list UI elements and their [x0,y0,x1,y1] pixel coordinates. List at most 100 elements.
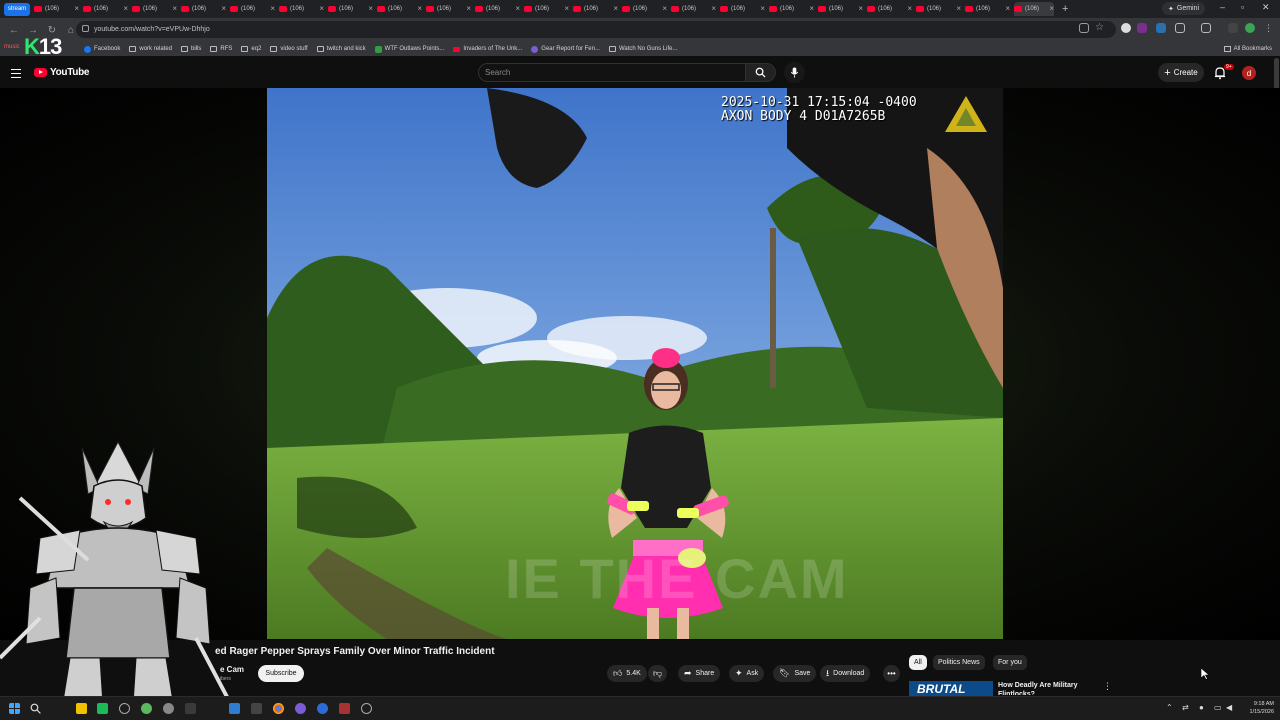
app-icon[interactable] [119,703,130,714]
browser-tab[interactable]: (106) × [524,2,569,16]
tab-close-icon[interactable]: × [221,4,226,13]
volume-icon[interactable]: ◀ [1226,703,1232,712]
tab-close-icon[interactable]: × [270,4,275,13]
tab-stream[interactable]: stream [4,2,30,16]
browser-tab[interactable]: (106) × [230,2,275,16]
more-actions-button[interactable]: ••• [883,665,900,682]
close-icon[interactable]: ✕ [1262,2,1270,13]
search-button[interactable] [746,63,776,82]
bookmark-item[interactable]: Gear Report for Fen... [531,45,600,53]
extension-icon[interactable] [1137,23,1147,33]
sidepanel-icon[interactable] [1201,23,1211,33]
menu-icon[interactable] [11,69,21,81]
browser-tab[interactable]: (106) × [83,2,128,16]
youtube-logo[interactable]: YouTube [34,67,90,78]
bookmark-item[interactable]: twitch and kick [316,46,366,53]
browser-tab[interactable]: (106) × [818,2,863,16]
star-icon[interactable]: ☆ [1095,23,1105,33]
tab-close-icon[interactable]: × [711,4,716,13]
app-icon[interactable] [339,703,350,714]
app-icon[interactable] [229,703,240,714]
browser-tab[interactable]: (106) × [965,2,1010,16]
save-button[interactable]: 🔖︎ Save [773,665,817,682]
browser-tab[interactable]: (106) × [34,2,79,16]
extension-icon[interactable] [1156,23,1166,33]
bookmark-item[interactable]: Facebook [84,45,120,53]
tab-close-icon[interactable]: × [466,4,471,13]
app-icon[interactable] [251,703,262,714]
tab-close-icon[interactable]: × [662,4,667,13]
browser-tab[interactable]: (106) × [426,2,471,16]
share-button[interactable]: ➦ Share [678,665,721,682]
avatar[interactable]: d [1242,66,1256,80]
address-bar[interactable]: youtube.com/watch?v=eVPUw-Dhhjo [76,21,1116,38]
download-button[interactable]: ⭳ Download [820,665,871,682]
browser-tab[interactable]: (106) × [573,2,618,16]
bookmark-item[interactable]: Invaders of The Unk... [453,46,522,53]
tab-close-icon[interactable]: × [123,4,128,13]
tab-close-icon[interactable]: × [368,4,373,13]
tab-close-icon[interactable]: × [613,4,618,13]
bookmark-item[interactable]: eq2 [241,46,261,53]
tab-close-icon[interactable]: × [907,4,912,13]
recommendation-title[interactable]: How Deadly Are Military Flintlocks? [998,681,1098,695]
tab-close-icon[interactable]: × [515,4,520,13]
chip-politics-news[interactable]: Politics News [933,655,985,670]
browser-tab[interactable]: (106) × [377,2,422,16]
browser-tab[interactable]: (106) × [867,2,912,16]
ask-button[interactable]: ✦ Ask [729,665,765,682]
browser-tab[interactable]: (106) × [328,2,373,16]
puzzle-icon[interactable] [1175,23,1185,33]
tab-close-icon[interactable]: × [564,4,569,13]
gemini-button[interactable]: ✦ Gemini [1162,2,1206,15]
like-button[interactable]: 👍︎ 5.4K [607,665,647,682]
bookmark-item[interactable]: RFS [210,46,232,53]
browser-tab[interactable]: (106) × [671,2,716,16]
back-icon[interactable]: ← [9,25,19,36]
bookmark-item[interactable]: WTF Outlaws Points... [374,45,444,53]
tab-close-icon[interactable]: × [172,4,177,13]
subscribe-button[interactable]: Subscribe [258,665,304,682]
bookmark-item[interactable]: video stuff [270,46,308,53]
chip-for-you[interactable]: For you [993,655,1027,670]
minimize-icon[interactable]: – [1220,2,1225,12]
browser-tab[interactable]: (106) × [181,2,226,16]
install-icon[interactable] [1079,23,1089,33]
tab-close-icon[interactable]: × [760,4,765,13]
search-input[interactable]: Search [478,63,746,82]
tab-close-icon[interactable]: × [1005,4,1010,13]
tab-close-icon[interactable]: × [809,4,814,13]
dislike-button[interactable]: 👎︎ [648,665,668,682]
taskbar-clock[interactable]: 9:18 AM 1/15/2026 [1238,700,1274,716]
app-icon[interactable] [317,703,328,714]
settings-icon[interactable] [361,703,372,714]
site-info-icon[interactable] [82,25,89,32]
tab-close-icon[interactable]: × [956,4,961,13]
bookmark-item[interactable]: work related [129,46,172,53]
microphone-icon[interactable]: ● [1199,703,1204,712]
voice-search-button[interactable] [784,62,805,83]
maximize-icon[interactable]: ▫ [1241,2,1244,12]
browser-menu-icon[interactable]: ⋮ [1264,23,1274,33]
chrome-icon[interactable] [273,703,284,714]
tab-close-icon[interactable]: × [858,4,863,13]
recommendation-thumbnail[interactable]: BRUTAL [909,681,993,697]
browser-tab[interactable]: (106) × [475,2,520,16]
file-explorer-icon[interactable] [76,703,87,714]
bookmark-item[interactable]: bills [181,46,201,53]
display-icon[interactable]: ▭ [1214,703,1222,712]
browser-tab[interactable]: (106) × [279,2,324,16]
browser-tab[interactable]: (106) × [769,2,814,16]
browser-tab[interactable]: (106) × [916,2,961,16]
extension-icon[interactable] [1228,23,1238,33]
chevron-up-icon[interactable]: ⌃ [1166,703,1173,712]
app-icon[interactable] [141,703,152,714]
all-bookmarks[interactable]: All Bookmarks [1223,46,1272,52]
tab-close-icon[interactable]: × [319,4,324,13]
create-button[interactable]: + Create [1158,63,1204,82]
discord-icon[interactable] [295,703,306,714]
network-icon[interactable]: ⇄ [1182,703,1189,712]
tab-close-icon[interactable]: × [417,4,422,13]
recommendation-menu-icon[interactable]: ⋮ [1103,681,1112,692]
app-icon[interactable] [163,703,174,714]
